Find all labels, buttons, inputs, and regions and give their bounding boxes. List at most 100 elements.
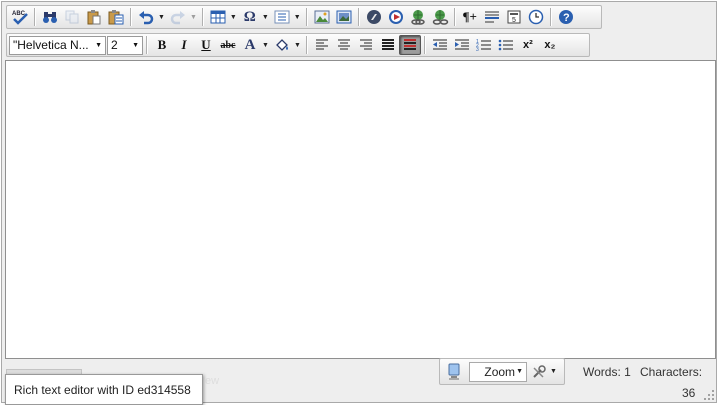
italic-button[interactable]: I — [173, 35, 195, 55]
picture-frame-icon — [336, 10, 352, 24]
insert-image-button[interactable] — [311, 7, 333, 27]
bold-icon: B — [157, 37, 167, 52]
media-play-icon — [388, 9, 404, 25]
separator — [146, 36, 148, 54]
align-left-button[interactable] — [311, 35, 333, 55]
editor-content-area[interactable] — [5, 60, 716, 359]
strikethrough-button[interactable]: abc — [217, 35, 239, 55]
image-properties-button[interactable] — [333, 7, 355, 27]
separator — [423, 36, 426, 54]
strikethrough-icon: abc — [220, 39, 236, 51]
clock-icon — [528, 9, 544, 25]
bulleted-list-icon — [498, 38, 514, 52]
hyperlink-button[interactable] — [407, 7, 429, 27]
insert-link-button[interactable] — [363, 7, 385, 27]
align-full-button[interactable] — [398, 35, 421, 55]
tools-icon — [531, 364, 547, 380]
subscript-icon: x₂ — [544, 39, 556, 51]
horizontal-rule-icon — [484, 10, 500, 24]
help-button[interactable]: ? — [555, 7, 577, 27]
character-count-label: Characters: — [640, 365, 703, 379]
separator — [305, 8, 308, 26]
design-mode-button[interactable] — [443, 362, 465, 382]
separator — [357, 8, 360, 26]
highlight-dropdown-arrow[interactable]: ▼ — [294, 42, 301, 49]
find-button[interactable] — [39, 7, 61, 27]
insert-table-button[interactable] — [207, 7, 229, 27]
separator — [305, 36, 308, 54]
separator — [130, 8, 132, 26]
superscript-button[interactable]: x² — [517, 35, 539, 55]
font-size-value: 2 — [111, 38, 118, 52]
toolbar-row-2: "Helvetica N... ▼ 2 ▼ B I U abc A ▼ ▼ 1 … — [6, 33, 590, 57]
svg-text:5: 5 — [512, 17, 516, 24]
zoom-toolbar: Zoom ▼ ▼ — [439, 358, 565, 385]
redo-button[interactable] — [167, 7, 189, 27]
chevron-down-icon: ▼ — [516, 368, 523, 375]
monitor-icon — [446, 363, 462, 381]
table-dropdown-arrow[interactable]: ▼ — [230, 14, 237, 21]
special-character-button[interactable]: Ω — [239, 7, 261, 27]
undo-button[interactable] — [135, 7, 157, 27]
paste-text-button[interactable] — [105, 7, 127, 27]
chevron-down-icon: ▼ — [95, 41, 102, 49]
rich-text-editor: ABC ▼ ▼ ▼ Ω ▼ ▼ ¶+ 5 ? "Helvetica N... ▼… — [1, 1, 717, 403]
show-blocks-button[interactable]: ¶+ — [459, 7, 481, 27]
horizontal-rule-button[interactable] — [481, 7, 503, 27]
numbered-list-button[interactable]: 123 — [473, 35, 495, 55]
outdent-icon — [432, 39, 448, 51]
resize-grip-icon[interactable] — [703, 389, 715, 401]
svg-text:3: 3 — [476, 47, 479, 52]
insert-time-button[interactable] — [525, 7, 547, 27]
undo-icon — [138, 9, 154, 25]
align-right-button[interactable] — [355, 35, 377, 55]
clipboard-icon — [86, 9, 102, 25]
chevron-down-icon: ▼ — [132, 41, 139, 49]
align-justify-button[interactable] — [377, 35, 399, 55]
pilcrow-icon: ¶+ — [462, 9, 477, 24]
font-family-select[interactable]: "Helvetica N... ▼ — [9, 35, 106, 55]
font-color-dropdown-arrow[interactable]: ▼ — [262, 42, 269, 49]
font-family-value: "Helvetica N... — [13, 38, 89, 52]
indent-button[interactable] — [451, 35, 473, 55]
copy-icon — [64, 9, 80, 25]
calendar-icon: 5 — [506, 10, 522, 24]
tools-dropdown-arrow[interactable]: ▼ — [550, 368, 557, 375]
tools-button[interactable] — [529, 362, 549, 382]
numbered-list-icon: 123 — [476, 38, 492, 52]
italic-icon: I — [181, 37, 187, 52]
font-color-button[interactable]: A — [239, 35, 261, 55]
image-icon — [314, 10, 330, 24]
unlink-button[interactable] — [429, 7, 451, 27]
align-center-button[interactable] — [333, 35, 355, 55]
redo-icon — [170, 9, 186, 25]
redo-dropdown-arrow[interactable]: ▼ — [190, 14, 197, 21]
table-icon — [210, 10, 226, 24]
bulleted-list-button[interactable] — [495, 35, 517, 55]
paste-text-icon — [107, 9, 125, 25]
undo-dropdown-arrow[interactable]: ▼ — [158, 14, 165, 21]
tooltip-text: Rich text editor with ID ed314558 — [14, 382, 191, 397]
copy-button[interactable] — [61, 7, 83, 27]
insert-list-button[interactable] — [271, 7, 293, 27]
paste-button[interactable] — [83, 7, 105, 27]
globe-unlink-icon — [431, 9, 449, 25]
align-full-icon — [403, 39, 417, 51]
special-character-dropdown-arrow[interactable]: ▼ — [262, 14, 269, 21]
highlight-color-button[interactable] — [271, 35, 293, 55]
underline-button[interactable]: U — [195, 35, 217, 55]
zoom-select[interactable]: Zoom ▼ — [469, 361, 527, 382]
separator — [549, 8, 552, 26]
font-size-select[interactable]: 2 ▼ — [107, 35, 143, 55]
spellcheck-button[interactable]: ABC — [9, 7, 31, 27]
outdent-button[interactable] — [429, 35, 451, 55]
bold-button[interactable]: B — [151, 35, 173, 55]
globe-link-icon — [409, 9, 427, 25]
omega-icon: Ω — [243, 8, 256, 25]
subscript-button[interactable]: x₂ — [539, 35, 561, 55]
insert-date-button[interactable]: 5 — [503, 7, 525, 27]
paint-bucket-icon — [274, 37, 290, 53]
list-dropdown-arrow[interactable]: ▼ — [294, 14, 301, 21]
svg-text:?: ? — [563, 12, 570, 24]
insert-media-button[interactable] — [385, 7, 407, 27]
